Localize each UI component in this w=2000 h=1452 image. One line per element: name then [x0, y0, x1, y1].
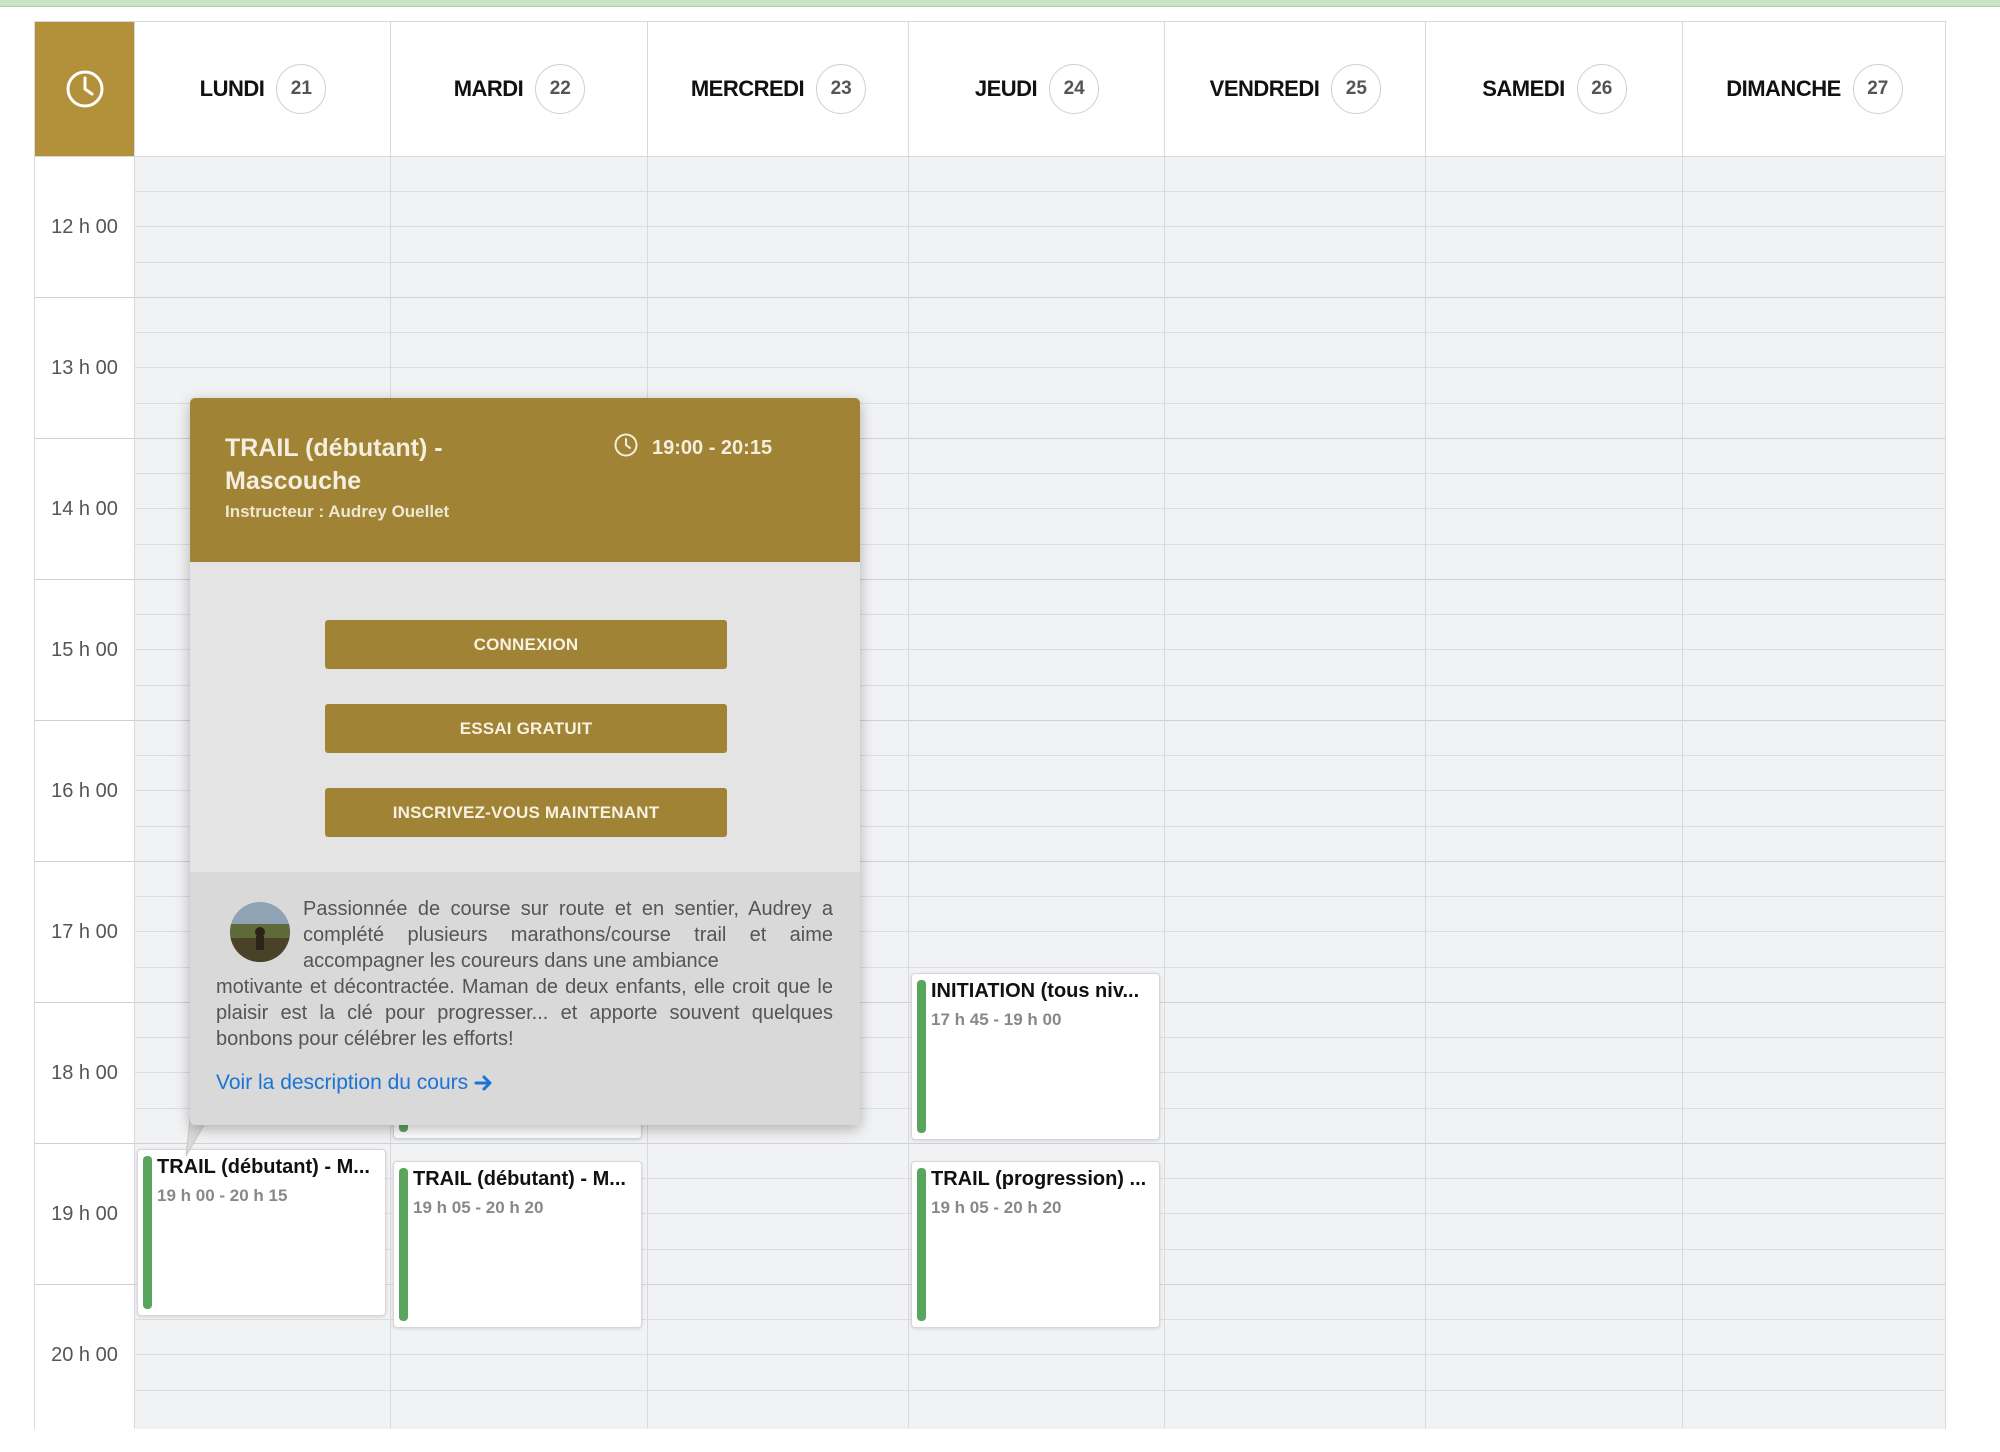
description-text: Passionnée de course sur route et en sen… — [303, 898, 833, 972]
event-card-trail-progression-thursday[interactable]: TRAIL (progression) ... 19 h 05 - 20 h 2… — [911, 1161, 1160, 1328]
day-name: LUNDI — [199, 76, 265, 101]
event-status-bar — [917, 1168, 926, 1321]
event-title: TRAIL (débutant) - M... — [413, 1168, 626, 1190]
time-column-header — [35, 22, 134, 156]
day-header-sunday: DIMANCHE 27 — [1682, 22, 1946, 156]
day-header-tuesday: MARDI 22 — [390, 22, 648, 156]
day-header-thursday: JEUDI 24 — [908, 22, 1165, 156]
day-name: DIMANCHE — [1726, 76, 1841, 101]
event-time: 17 h 45 - 19 h 00 — [931, 1010, 1062, 1029]
day-header-wednesday: MERCREDI 23 — [647, 22, 909, 156]
event-status-bar — [917, 980, 926, 1133]
event-status-bar — [399, 1168, 408, 1321]
day-number: 23 — [816, 64, 867, 114]
day-number: 22 — [535, 64, 586, 114]
event-card-trail-debutant-tuesday[interactable]: TRAIL (débutant) - M... 19 h 05 - 20 h 2… — [393, 1161, 642, 1328]
event-title: INITIATION (tous niv... — [931, 980, 1140, 1002]
event-time: 19 h 05 - 20 h 20 — [931, 1198, 1062, 1217]
day-number: 26 — [1576, 64, 1627, 114]
time-label: 19 h 00 — [51, 1203, 118, 1225]
clock-icon — [614, 433, 638, 457]
event-title: TRAIL (progression) ... — [931, 1168, 1147, 1190]
time-label: 13 h 00 — [51, 357, 118, 379]
popover-description: Passionnée de course sur route et en sen… — [190, 872, 860, 1125]
day-header-friday: VENDREDI 25 — [1164, 22, 1426, 156]
event-title: TRAIL (débutant) - M... — [157, 1156, 370, 1178]
time-label: 20 h 00 — [51, 1344, 118, 1366]
day-name: VENDREDI — [1209, 76, 1320, 101]
day-name: MERCREDI — [690, 76, 805, 101]
top-accent-bar — [0, 0, 2000, 7]
day-number: 24 — [1049, 64, 1100, 114]
day-number: 27 — [1852, 64, 1903, 114]
event-time: 19 h 00 - 20 h 15 — [157, 1186, 288, 1205]
popover-title: TRAIL (débutant) - Mascouche — [225, 434, 443, 495]
description-text-continued: motivante et décontractée. Maman de deux… — [216, 976, 833, 1050]
time-label: 15 h 00 — [51, 639, 118, 661]
free-trial-button[interactable]: ESSAI GRATUIT — [325, 704, 727, 753]
event-card-trail-debutant-monday[interactable]: TRAIL (débutant) - M... 19 h 00 - 20 h 1… — [137, 1149, 386, 1316]
event-detail-popover: TRAIL (débutant) - Mascouche Instructeur… — [190, 398, 860, 1125]
time-label: 17 h 00 — [51, 921, 118, 943]
popover-header: TRAIL (débutant) - Mascouche Instructeur… — [190, 398, 860, 562]
day-name: MARDI — [453, 76, 524, 101]
day-name: SAMEDI — [1482, 76, 1565, 101]
clock-icon — [66, 70, 103, 108]
time-label: 12 h 00 — [51, 216, 118, 238]
day-header-saturday: SAMEDI 26 — [1425, 22, 1683, 156]
instructor-avatar — [230, 902, 290, 962]
connexion-button[interactable]: CONNEXION — [325, 620, 727, 669]
popover-time: 19:00 - 20:15 — [652, 437, 773, 459]
day-header-monday: LUNDI 21 — [134, 22, 391, 156]
time-label: 18 h 00 — [51, 1062, 118, 1084]
time-label: 14 h 00 — [51, 498, 118, 520]
event-status-bar — [143, 1156, 152, 1309]
popover-instructor: Instructeur : Audrey Ouellet — [225, 502, 450, 521]
event-time: 19 h 05 - 20 h 20 — [413, 1198, 544, 1217]
time-label: 16 h 00 — [51, 780, 118, 802]
arrow-right-icon — [474, 1075, 492, 1091]
course-description-link[interactable]: Voir la description du cours — [216, 1071, 494, 1095]
popover-actions: CONNEXION ESSAI GRATUIT INSCRIVEZ-VOUS M… — [190, 562, 860, 872]
day-name: JEUDI — [974, 76, 1038, 101]
day-number: 25 — [1331, 64, 1382, 114]
day-number: 21 — [276, 64, 327, 114]
link-label: Voir la description du cours — [216, 1071, 469, 1094]
register-now-button[interactable]: INSCRIVEZ-VOUS MAINTENANT — [325, 788, 727, 837]
event-card-initiation-thursday[interactable]: INITIATION (tous niv... 17 h 45 - 19 h 0… — [911, 973, 1160, 1140]
